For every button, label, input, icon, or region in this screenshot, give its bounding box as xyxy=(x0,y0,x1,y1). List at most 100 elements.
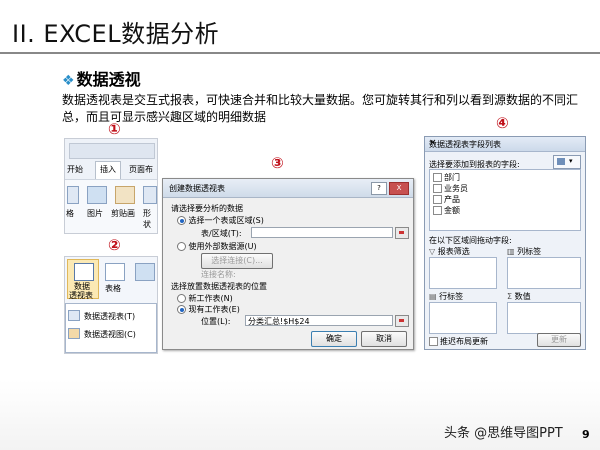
radio-select-range[interactable]: 选择一个表或区域(S) xyxy=(177,215,264,226)
values-label: 数值 xyxy=(514,292,531,301)
update-button[interactable]: 更新 xyxy=(537,333,581,347)
ribbon-insert-group: 格 图片 剪贴画 形状 xyxy=(65,179,157,233)
diamond-bullet-icon: ❖ xyxy=(62,73,75,89)
pivot-table-icon xyxy=(74,263,94,281)
close-button[interactable]: X xyxy=(389,182,409,195)
field-item[interactable]: 金额 xyxy=(433,205,460,216)
location-label: 位置(L): xyxy=(201,317,231,326)
table-icon[interactable] xyxy=(105,263,125,281)
table-icon[interactable] xyxy=(67,186,79,204)
defer-update-label: 推迟布局更新 xyxy=(440,337,488,346)
menu-item-pivot-table-label: 数据透视表(T) xyxy=(84,312,136,321)
step-marker-3: ③ xyxy=(271,154,284,172)
pivot-dropdown-menu: 数据透视表(T) 数据透视图(C) xyxy=(65,303,157,353)
menu-item-pivot-chart[interactable]: 数据透视图(C) xyxy=(68,328,154,341)
help-button[interactable]: ? xyxy=(371,182,387,195)
ok-button[interactable]: 确定 xyxy=(311,331,357,347)
range-picker-icon[interactable] xyxy=(395,227,409,239)
radio-unchecked-icon xyxy=(177,294,186,303)
picture-icon[interactable] xyxy=(87,186,107,204)
pivot-button-label-line2: 透视表 xyxy=(69,291,93,300)
location-picker-icon[interactable] xyxy=(395,315,409,327)
range-input[interactable] xyxy=(251,227,393,238)
radio-select-range-label: 选择一个表或区域(S) xyxy=(188,216,264,225)
column-labels-header: ▥ 列标签 xyxy=(507,246,541,257)
pivot-table-icon xyxy=(68,310,80,321)
filter-icon: ▽ xyxy=(429,247,436,256)
values-header: Σ 数值 xyxy=(507,291,531,302)
radio-checked-icon xyxy=(177,305,186,314)
tab-insert[interactable]: 插入 xyxy=(95,161,121,179)
pivot-chart-icon xyxy=(68,328,80,339)
section-heading: ❖ 数据透视 xyxy=(62,66,141,90)
create-pivot-table-dialog: 创建数据透视表 ? X 请选择要分析的数据 选择一个表或区域(S) 表/区域(T)… xyxy=(162,178,414,350)
radio-existing-worksheet[interactable]: 现有工作表(E) xyxy=(177,304,240,315)
location-input[interactable]: 分类汇总!$H$24 xyxy=(245,315,393,326)
report-filter-header: ▽ 报表筛选 xyxy=(429,246,470,257)
checkbox-icon xyxy=(433,195,442,204)
radio-existing-worksheet-label: 现有工作表(E) xyxy=(188,305,240,314)
clipart-icon[interactable] xyxy=(115,186,135,204)
ribbon-screenshot-insert-tab: 开始 插入 页面布 格 图片 剪贴画 形状 xyxy=(64,138,158,234)
ribbon-label-clipart: 剪贴画 xyxy=(111,209,135,218)
drag-hint-label: 在以下区域间拖动字段: xyxy=(429,236,512,245)
field-label: 部门 xyxy=(444,173,460,182)
pivot-table-button[interactable]: 数据 透视表 xyxy=(67,259,99,300)
shapes-icon[interactable] xyxy=(143,186,157,204)
report-filter-area[interactable] xyxy=(429,257,497,289)
quick-access-toolbar xyxy=(69,143,155,159)
column-labels-label: 列标签 xyxy=(517,247,542,256)
row-labels-header: ▤ 行标签 xyxy=(429,291,463,302)
checkbox-icon xyxy=(429,337,438,346)
picture-icon[interactable] xyxy=(135,263,155,281)
ribbon-label-table: 格 xyxy=(66,209,74,218)
step-marker-4: ④ xyxy=(496,114,509,132)
dialog-title: 创建数据透视表 xyxy=(169,184,225,193)
radio-new-worksheet-label: 新工作表(N) xyxy=(188,294,233,303)
choose-connection-button[interactable]: 选择连接(C)... xyxy=(201,253,273,269)
checkbox-icon xyxy=(433,206,442,215)
ribbon-label-picture: 图片 xyxy=(87,209,103,218)
radio-external-source[interactable]: 使用外部数据源(U) xyxy=(177,241,257,252)
field-label: 业务员 xyxy=(444,184,468,193)
panel-title-bar: 数据透视表字段列表 × xyxy=(425,137,585,152)
footer-watermark: 头条 @思维导图PPT xyxy=(444,426,563,441)
tab-page-layout[interactable]: 页面布 xyxy=(129,164,153,175)
checkbox-icon xyxy=(433,184,442,193)
field-item[interactable]: 产品 xyxy=(433,194,460,205)
step-marker-2: ② xyxy=(108,236,121,254)
field-item[interactable]: 部门 xyxy=(433,172,460,183)
section-select-data: 请选择要分析的数据 xyxy=(171,204,243,213)
columns-icon: ▥ xyxy=(507,247,515,256)
slide-title: II. EXCEL数据分析 xyxy=(12,20,220,48)
dialog-title-bar: 创建数据透视表 ? X xyxy=(163,179,413,198)
chevron-down-icon: ▾ xyxy=(569,157,573,165)
ribbon-tab-row: 开始 插入 页面布 xyxy=(65,161,157,179)
report-filter-label: 报表筛选 xyxy=(437,247,470,256)
page-number: 9 xyxy=(582,428,590,441)
connection-name-label: 连接名称: xyxy=(201,270,236,279)
radio-new-worksheet[interactable]: 新工作表(N) xyxy=(177,293,233,304)
radio-external-source-label: 使用外部数据源(U) xyxy=(188,242,257,251)
ribbon-label-shapes: 形状 xyxy=(143,209,151,229)
defer-update-checkbox[interactable]: 推迟布局更新 xyxy=(429,336,488,347)
values-area[interactable] xyxy=(507,302,581,334)
ribbon-label-table2: 表格 xyxy=(105,284,121,293)
field-label: 金额 xyxy=(444,206,460,215)
field-item[interactable]: 业务员 xyxy=(433,183,468,194)
radio-unchecked-icon xyxy=(177,242,186,251)
column-labels-area[interactable] xyxy=(507,257,581,289)
title-divider xyxy=(0,52,600,54)
checkbox-icon xyxy=(433,173,442,182)
tab-home[interactable]: 开始 xyxy=(67,164,83,175)
menu-item-pivot-table[interactable]: 数据透视表(T) xyxy=(68,310,154,323)
row-labels-area[interactable] xyxy=(429,302,497,334)
menu-item-pivot-chart-label: 数据透视图(C) xyxy=(84,330,136,339)
cancel-button[interactable]: 取消 xyxy=(361,331,407,347)
section-heading-text: 数据透视 xyxy=(76,70,141,89)
close-icon[interactable]: × xyxy=(429,138,581,148)
field-list: 部门 业务员 产品 金额 xyxy=(429,169,581,231)
rows-icon: ▤ xyxy=(429,292,437,301)
pivot-field-list-panel: 数据透视表字段列表 × ▾ 选择要添加到报表的字段: 部门 业务员 产品 金额 … xyxy=(424,136,586,350)
layout-options-dropdown[interactable]: ▾ xyxy=(553,155,581,169)
